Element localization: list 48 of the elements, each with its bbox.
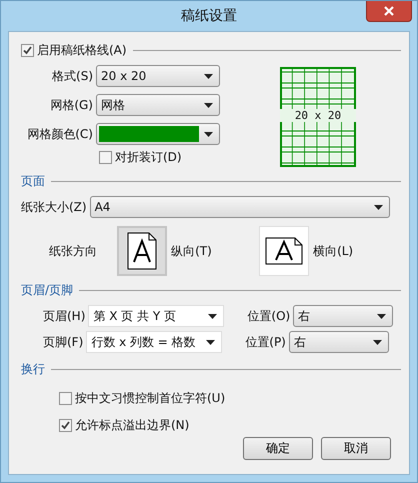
preview-label: 20 x 20 [280, 109, 356, 122]
dialog-button[interactable]: 取消 [321, 437, 391, 460]
section-title: 页眉/页脚 [21, 282, 74, 299]
caret-icon [208, 314, 218, 318]
caret-icon [206, 340, 216, 344]
dropdown[interactable]: 行数 x 列数 = 格数 [86, 331, 222, 353]
window-title: 稿纸设置 [181, 7, 237, 25]
orientation-label[interactable]: 纵向(T) [171, 242, 212, 260]
color-dropdown[interactable] [96, 123, 220, 145]
close-button[interactable] [366, 1, 412, 22]
dropdown[interactable]: A4 [90, 196, 390, 218]
caret-icon [374, 204, 383, 210]
checkbox[interactable] [99, 151, 112, 164]
dropdown[interactable]: 右 [288, 331, 389, 353]
caret-icon [204, 74, 213, 78]
orientation-label[interactable]: 横向(L) [313, 242, 354, 260]
dropdown[interactable]: 第 X 页 共 Y 页 [88, 305, 224, 327]
field-label: 纸张大小(Z) [21, 198, 87, 216]
caret-icon [377, 314, 386, 318]
section-title: 页面 [21, 173, 45, 190]
checkbox[interactable] [59, 392, 72, 405]
dialog-button[interactable]: 确定 [243, 437, 313, 460]
field-label: 页脚(F) [43, 334, 84, 350]
checkbox-label[interactable]: 对折装订(D) [115, 149, 182, 166]
orientation-button[interactable] [259, 226, 310, 276]
checkbox[interactable] [59, 419, 72, 432]
checkbox-label[interactable]: 启用稿纸格线(A) [37, 42, 127, 59]
dropdown[interactable]: 右 [293, 305, 394, 327]
dropdown[interactable]: 20 x 20 [96, 65, 220, 87]
field-label: 格式(S) [51, 68, 93, 84]
portrait-page-icon [127, 232, 158, 270]
close-icon [384, 6, 394, 16]
field-label: 位置(O) [247, 308, 290, 324]
orientation-button[interactable] [117, 226, 168, 276]
field-label: 纸张方向 [49, 242, 98, 260]
section-title: 换行 [21, 361, 45, 378]
caret-icon [204, 132, 213, 136]
landscape-page-icon [265, 237, 304, 265]
checkbox-label[interactable]: 按中文习惯控制首位字符(U) [75, 390, 226, 407]
field-label: 位置(P) [245, 334, 286, 350]
field-label: 页眉(H) [43, 308, 86, 324]
caret-icon [372, 340, 382, 344]
checkbox-label[interactable]: 允许标点溢出边界(N) [75, 417, 190, 434]
dropdown[interactable]: 网格 [96, 94, 220, 116]
field-label: 网格(G) [49, 96, 93, 114]
caret-icon [204, 102, 213, 108]
field-label: 网格颜色(C) [26, 126, 93, 142]
checkbox[interactable] [21, 44, 34, 57]
